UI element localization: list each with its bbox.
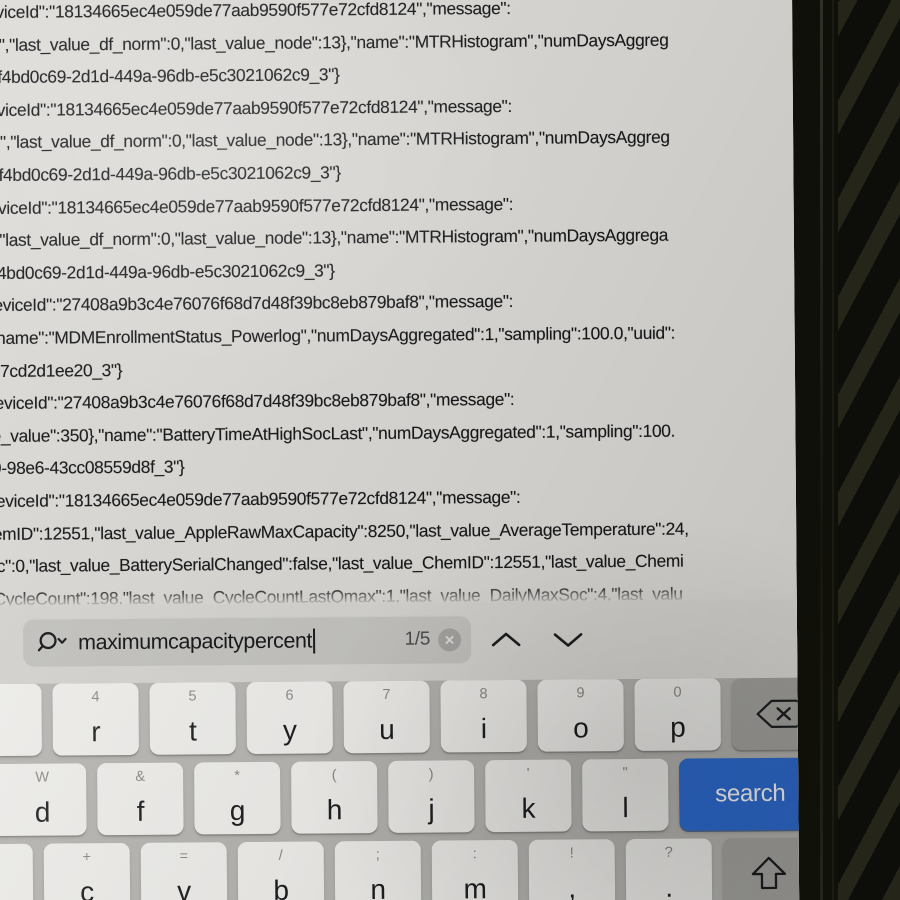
key-j[interactable]: ) j — [388, 760, 475, 833]
key-label: b — [273, 874, 289, 900]
match-counter: 1/5 — [404, 628, 431, 650]
next-match-button[interactable] — [546, 623, 590, 655]
bezel-edge-highlight — [820, 0, 823, 900]
backspace-key[interactable] — [731, 677, 800, 751]
key-b[interactable]: / b — [237, 841, 325, 900]
key-k[interactable]: ' k — [485, 759, 572, 833]
key-alt-label: ) — [428, 766, 434, 783]
search-key[interactable]: search — [679, 757, 800, 831]
text-caret — [312, 627, 316, 653]
key-f[interactable]: & f — [97, 762, 184, 836]
key-label: d — [34, 796, 51, 828]
key-o[interactable]: 9o — [537, 679, 624, 752]
key-label: j — [428, 793, 435, 825]
search-input[interactable]: maximumcapacitypercent — [78, 628, 312, 655]
key-c[interactable]: + c — [43, 842, 131, 900]
shift-arrow-icon — [749, 854, 789, 894]
key-alt-label: ? — [664, 844, 673, 861]
key-period[interactable]: ?. — [625, 838, 713, 900]
key-alt-label: " — [622, 765, 628, 782]
previous-match-button[interactable] — [484, 624, 528, 656]
photographed-screen: eviceId":"18134665ec4e059de77aab9590f577… — [0, 0, 900, 900]
key-l[interactable]: " l — [582, 758, 669, 832]
key-label: h — [326, 794, 343, 826]
key-r[interactable]: 4r — [52, 682, 139, 756]
key-alt-label: 0 — [673, 684, 682, 701]
key-g[interactable]: * g — [194, 761, 281, 835]
key-partial-left-3[interactable] — [0, 843, 34, 900]
key-label: l — [622, 792, 629, 824]
key-alt-label: W — [35, 769, 50, 786]
key-label: i — [480, 713, 487, 745]
key-label: c — [80, 876, 95, 900]
key-n[interactable]: ; n — [334, 840, 422, 900]
key-m[interactable]: :m — [431, 839, 519, 900]
key-label: g — [229, 795, 246, 827]
clear-icon[interactable] — [437, 627, 462, 652]
key-label: k — [521, 792, 536, 824]
shift-key[interactable] — [722, 837, 800, 900]
key-label: r — [91, 716, 101, 748]
on-screen-keyboard[interactable]: 4r5t6y7u8i9o0p Wd & f * g(h) j ' k " l search + c = v… — [0, 675, 800, 900]
key-comma[interactable]: !, — [528, 839, 616, 900]
bezel-edge-shadow — [832, 0, 834, 900]
key-label: , — [568, 872, 576, 900]
find-input-wrapper[interactable]: maximumcapacitypercent — [78, 627, 405, 655]
key-alt-label: + — [82, 849, 92, 866]
keyboard-row-2: Wd & f * g(h) j ' k " l search — [0, 757, 800, 840]
key-label: f — [136, 795, 145, 827]
key-u[interactable]: 7u — [343, 680, 430, 754]
search-icon[interactable] — [37, 629, 71, 655]
backspace-icon — [756, 698, 800, 730]
key-alt-label: * — [234, 768, 241, 785]
key-alt-label: ( — [331, 767, 337, 784]
key-alt-label: / — [278, 847, 283, 864]
key-alt-label: 8 — [479, 686, 488, 703]
key-label: o — [573, 712, 589, 744]
key-label: . — [665, 871, 673, 900]
chevron-down-icon — [551, 628, 585, 650]
tablet-screen: eviceId":"18134665ec4e059de77aab9590f577… — [0, 0, 800, 900]
key-label: u — [379, 713, 395, 745]
chevron-up-icon — [489, 629, 523, 651]
key-h[interactable]: (h — [291, 760, 378, 834]
key-alt-label: 5 — [188, 688, 197, 705]
keyboard-row-3: + c = v / b; n: m!,?. — [0, 837, 800, 900]
key-partial-left-1[interactable] — [0, 683, 42, 756]
key-label: m — [463, 873, 487, 900]
key-t[interactable]: 5t — [149, 682, 236, 755]
key-alt-label: = — [179, 848, 189, 865]
key-p[interactable]: 0p — [634, 678, 721, 751]
key-v[interactable]: = v — [140, 842, 228, 900]
key-alt-label: 6 — [285, 687, 294, 704]
key-alt-label: 4 — [91, 689, 100, 706]
find-input-pill[interactable]: maximumcapacitypercent 1/5 — [22, 615, 472, 667]
key-alt-label: & — [135, 768, 146, 785]
key-i[interactable]: 8i — [440, 679, 527, 753]
key-alt-label: ' — [526, 765, 530, 782]
key-label: search — [715, 779, 786, 808]
key-label: t — [188, 715, 197, 747]
key-label: p — [670, 711, 686, 743]
key-label: y — [282, 714, 297, 746]
key-alt-label: 9 — [576, 685, 585, 702]
find-bar: maximumcapacitypercent 1/5 — [0, 599, 800, 684]
key-label: n — [370, 873, 386, 900]
key-alt-label: ; — [375, 846, 380, 864]
key-d[interactable]: Wd — [0, 763, 87, 836]
key-alt-label: ! — [569, 845, 574, 862]
key-alt-label: : — [472, 846, 477, 863]
key-label: v — [177, 875, 192, 900]
key-alt-label: 7 — [382, 686, 391, 703]
keyboard-row-1: 4r5t6y7u8i9o0p — [0, 677, 800, 760]
key-y[interactable]: 6y — [246, 681, 333, 755]
